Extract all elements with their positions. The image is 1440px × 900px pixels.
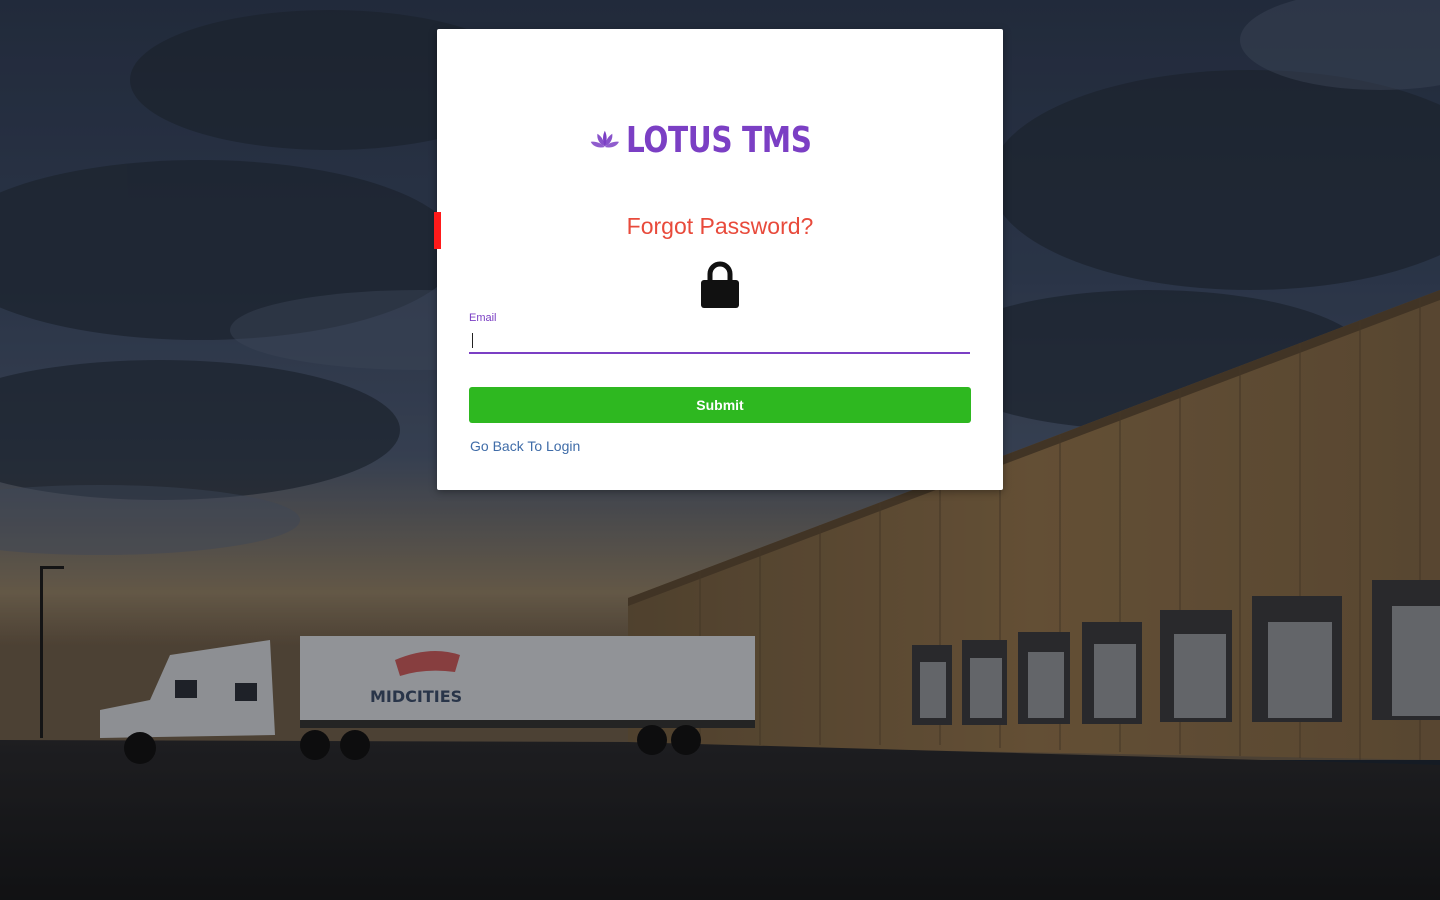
submit-button[interactable]: Submit xyxy=(469,387,971,423)
go-back-to-login-link[interactable]: Go Back To Login xyxy=(470,438,580,454)
focus-indicator-bar xyxy=(434,212,441,249)
text-cursor xyxy=(472,333,473,348)
lock-icon xyxy=(701,261,739,308)
forgot-password-card: LOTUS TMS Forgot Password? Email Submit … xyxy=(437,29,1003,490)
lotus-icon xyxy=(590,130,619,148)
email-field: Email xyxy=(469,311,970,355)
email-input[interactable] xyxy=(469,327,970,354)
brand-name: LOTUS TMS xyxy=(625,119,812,161)
page-title: Forgot Password? xyxy=(626,213,814,239)
email-label: Email xyxy=(469,312,497,324)
brand-logo: LOTUS TMS xyxy=(590,113,852,167)
